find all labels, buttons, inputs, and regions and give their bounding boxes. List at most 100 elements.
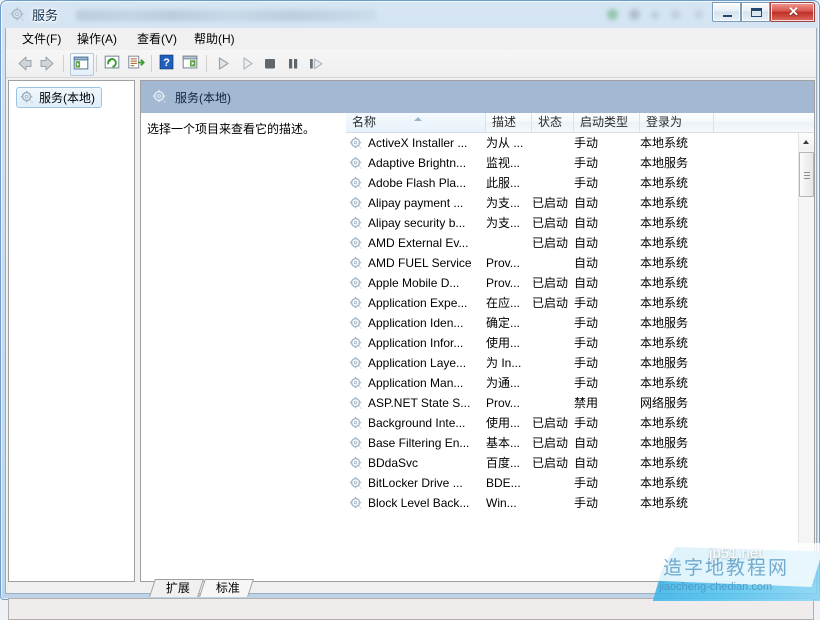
sidebar-item-services-local[interactable]: 服务(本地) [16, 87, 102, 108]
svg-text:?: ? [163, 57, 170, 69]
scrollbar-thumb[interactable] [799, 152, 814, 197]
column-header-startup-type[interactable]: 启动类型 [574, 113, 640, 132]
start-service-icon[interactable] [212, 53, 234, 74]
cell-status: 已启动 [532, 196, 569, 210]
table-row[interactable]: Alipay payment ... 为支... 已启动 自动 本地系统 [346, 193, 798, 213]
table-row[interactable]: Apple Mobile D... Prov... 已启动 自动 本地系统 [346, 273, 798, 293]
menu-action[interactable]: 操作(A) [71, 31, 123, 48]
list-vertical-scrollbar[interactable] [798, 133, 814, 581]
cell-log-on-as: 本地服务 [640, 356, 689, 370]
refresh-icon[interactable] [102, 53, 124, 74]
cell-status [532, 493, 574, 513]
cell-log-on-as: 本地服务 [640, 156, 689, 170]
cell-description: 为 In... [486, 356, 522, 370]
show-hide-action-pane-icon[interactable] [180, 53, 202, 74]
cell-description: 监视... [486, 156, 521, 170]
maximize-button[interactable] [741, 2, 770, 22]
table-row[interactable]: Background Inte... 使用... 已启动 手动 本地系统 [346, 413, 798, 433]
cell-status [532, 473, 574, 493]
cell-log-on-as: 本地系统 [640, 456, 689, 470]
column-header-log-on-as[interactable]: 登录为 [640, 113, 714, 132]
table-row[interactable]: BitLocker Drive ... BDE... 手动 本地系统 [346, 473, 798, 493]
toolbar-separator [96, 55, 97, 72]
export-list-icon[interactable] [126, 53, 148, 74]
service-gear-icon [349, 476, 362, 489]
cell-name: Adobe Flash Pla... [368, 176, 467, 190]
tab-standard[interactable]: 标准 [199, 579, 254, 597]
menu-help[interactable]: 帮助(H) [188, 31, 241, 48]
cell-description: Prov... [486, 396, 520, 410]
column-header-description[interactable]: 描述 [486, 113, 532, 132]
cell-log-on-as: 本地系统 [640, 296, 689, 310]
cell-description [486, 233, 526, 253]
restart-service-icon[interactable] [305, 53, 327, 74]
service-gear-icon [349, 416, 362, 429]
table-row[interactable]: Adaptive Brightn... 监视... 手动 本地服务 [346, 153, 798, 173]
cell-description: Prov... [486, 256, 520, 270]
cell-status: 已启动 [532, 296, 569, 310]
description-placeholder-text: 选择一个项目来查看它的描述。 [147, 122, 316, 136]
cell-log-on-as: 本地系统 [640, 176, 689, 190]
table-row[interactable]: Application Laye... 为 In... 手动 本地服务 [346, 353, 798, 373]
cell-startup-type: 自动 [574, 456, 599, 470]
cell-name: Adaptive Brightn... [368, 156, 467, 170]
column-header-status[interactable]: 状态 [532, 113, 574, 132]
column-header-name[interactable]: 名称 [346, 113, 486, 132]
cell-log-on-as: 本地服务 [640, 316, 689, 330]
cell-description: 为支... [486, 196, 521, 210]
table-row[interactable]: Application Expe... 在应... 已启动 手动 本地系统 [346, 293, 798, 313]
cell-description: 在应... [486, 296, 521, 310]
help-icon[interactable]: ? [157, 53, 179, 74]
resume-service-icon[interactable] [236, 53, 258, 74]
cell-description: BDE... [486, 476, 521, 490]
service-gear-icon [349, 196, 362, 209]
minimize-button[interactable] [712, 2, 741, 22]
services-window: 服务 ✕ 文件(F) 操作(A) 查看(V) 帮助(H) ? 服务(本地) 服务… [0, 0, 820, 620]
table-row[interactable]: AMD FUEL Service Prov... 自动 本地系统 [346, 253, 798, 273]
cell-name: Application Iden... [368, 316, 464, 330]
table-row[interactable]: Application Infor... 使用... 手动 本地系统 [346, 333, 798, 353]
cell-status [532, 373, 574, 393]
table-row[interactable]: Application Iden... 确定... 手动 本地服务 [346, 313, 798, 333]
window-title: 服务 [32, 8, 59, 23]
tab-extended[interactable]: 扩展 [149, 579, 204, 597]
show-hide-console-tree-icon[interactable] [70, 53, 94, 76]
services-list: 名称 描述 状态 启动类型 登录为 ActiveX Installer ... 为… [346, 113, 814, 581]
table-row[interactable]: Alipay security b... 为支... 已启动 自动 本地系统 [346, 213, 798, 233]
table-row[interactable]: AMD External Ev... 已启动 自动 本地系统 [346, 233, 798, 253]
cell-name: Application Infor... [368, 336, 464, 350]
close-button[interactable]: ✕ [770, 2, 815, 22]
table-row[interactable]: Base Filtering En... 基本... 已启动 自动 本地服务 [346, 433, 798, 453]
cell-name: Background Inte... [368, 416, 466, 430]
services-gear-icon [152, 89, 166, 103]
client-area: 文件(F) 操作(A) 查看(V) 帮助(H) ? 服务(本地) 服务(本地) … [5, 28, 817, 620]
back-icon[interactable] [14, 53, 36, 74]
cell-startup-type: 自动 [574, 196, 599, 210]
menu-view[interactable]: 查看(V) [131, 31, 183, 48]
table-row[interactable]: Adobe Flash Pla... 此服... 手动 本地系统 [346, 173, 798, 193]
forward-icon[interactable] [36, 53, 58, 74]
service-gear-icon [349, 236, 362, 249]
cell-name: Application Laye... [368, 356, 467, 370]
service-gear-icon [349, 496, 362, 509]
toolbar-separator [151, 55, 152, 72]
menu-bar: 文件(F) 操作(A) 查看(V) 帮助(H) [6, 28, 816, 50]
cell-startup-type: 手动 [574, 476, 599, 490]
table-row[interactable]: ActiveX Installer ... 为从 ... 手动 本地系统 [346, 133, 798, 153]
service-gear-icon [349, 156, 362, 169]
table-row[interactable]: Application Man... 为通... 手动 本地系统 [346, 373, 798, 393]
pause-service-icon[interactable] [282, 53, 304, 74]
cell-startup-type: 自动 [574, 236, 599, 250]
cell-log-on-as: 本地系统 [640, 236, 689, 250]
cell-description: 为支... [486, 216, 521, 230]
table-row[interactable]: Block Level Back... Win... 手动 本地系统 [346, 493, 798, 513]
cell-description: 百度... [486, 456, 521, 470]
scroll-up-button[interactable] [799, 133, 814, 150]
table-row[interactable]: BDdaSvc 百度... 已启动 自动 本地系统 [346, 453, 798, 473]
table-row[interactable]: ASP.NET State S... Prov... 禁用 网络服务 [346, 393, 798, 413]
service-gear-icon [349, 436, 362, 449]
stop-service-icon[interactable] [259, 53, 281, 74]
pane-header: 服务(本地) [141, 81, 814, 113]
service-gear-icon [349, 136, 362, 149]
menu-file[interactable]: 文件(F) [16, 31, 67, 48]
